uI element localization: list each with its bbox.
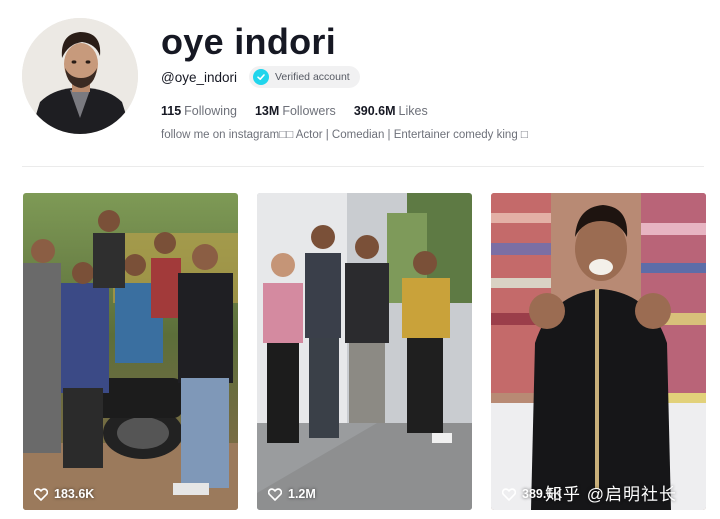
stat-likes-label: Likes: [398, 104, 428, 118]
page-title: oye indori: [161, 21, 337, 62]
verified-label: Verified account: [275, 71, 350, 83]
watermark: 知乎 @启明社长: [545, 485, 677, 504]
stat-likes-value: 390.6M: [353, 104, 396, 118]
video-likes-count: 1.2M: [288, 487, 316, 501]
handle-row: @oye_indori Verified account: [161, 66, 360, 88]
video-thumbnail-3[interactable]: 389.6K: [491, 193, 706, 510]
avatar[interactable]: [22, 18, 138, 134]
verified-badge: Verified account: [249, 66, 360, 88]
video-likes-2: 1.2M: [268, 487, 316, 501]
video-likes-1: 183.6K: [34, 487, 94, 501]
profile-stats: 115 Following 13M Followers 390.6M Likes: [161, 103, 446, 119]
stat-following[interactable]: 115 Following: [161, 103, 237, 119]
divider: [22, 166, 704, 167]
stat-following-value: 115: [161, 104, 182, 118]
heart-outline-icon: [268, 487, 282, 501]
check-badge-icon: [253, 69, 269, 85]
stat-following-label: Following: [184, 104, 237, 118]
stat-followers[interactable]: 13M Followers: [255, 103, 336, 119]
heart-outline-icon: [34, 487, 48, 501]
stat-likes: 390.6M Likes: [354, 103, 428, 119]
video-thumbnail-1[interactable]: 183.6K: [23, 193, 238, 510]
heart-outline-icon: [502, 487, 516, 501]
stat-followers-label: Followers: [282, 104, 336, 118]
username-handle: @oye_indori: [161, 69, 237, 85]
video-likes-count: 183.6K: [54, 487, 95, 501]
profile-page: oye indori @oye_indori Verified account …: [0, 0, 720, 519]
profile-bio: follow me on instagram□□ Actor | Comedia…: [161, 129, 528, 141]
stat-followers-value: 13M: [254, 104, 280, 118]
video-thumbnail-2[interactable]: 1.2M: [257, 193, 472, 510]
